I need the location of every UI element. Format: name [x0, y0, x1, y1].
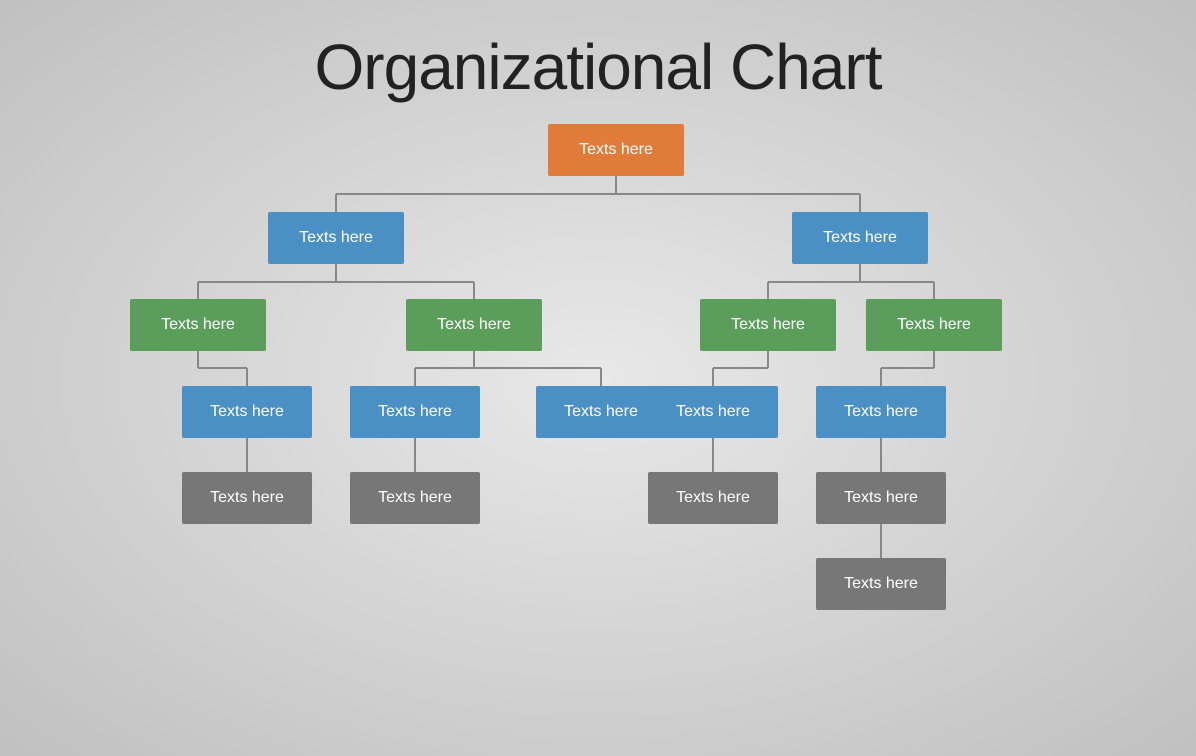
node-l4e[interactable]: Texts here	[816, 558, 946, 610]
node-l1b[interactable]: Texts here	[792, 212, 928, 264]
node-l2a[interactable]: Texts here	[130, 299, 266, 351]
node-l2d[interactable]: Texts here	[866, 299, 1002, 351]
chart-area: Texts here Texts here Texts here Texts h…	[0, 124, 1196, 756]
node-l3e[interactable]: Texts here	[816, 386, 946, 438]
node-l2c[interactable]: Texts here	[700, 299, 836, 351]
node-l3b[interactable]: Texts here	[350, 386, 480, 438]
node-l3c[interactable]: Texts here	[536, 386, 666, 438]
node-l4c[interactable]: Texts here	[648, 472, 778, 524]
node-l1a[interactable]: Texts here	[268, 212, 404, 264]
page-title: Organizational Chart	[315, 30, 882, 104]
node-l4b[interactable]: Texts here	[350, 472, 480, 524]
node-l3d[interactable]: Texts here	[648, 386, 778, 438]
node-l4d[interactable]: Texts here	[816, 472, 946, 524]
node-l3a[interactable]: Texts here	[182, 386, 312, 438]
connectors-svg	[0, 124, 1196, 756]
node-l2b[interactable]: Texts here	[406, 299, 542, 351]
node-l4a[interactable]: Texts here	[182, 472, 312, 524]
node-root[interactable]: Texts here	[548, 124, 684, 176]
